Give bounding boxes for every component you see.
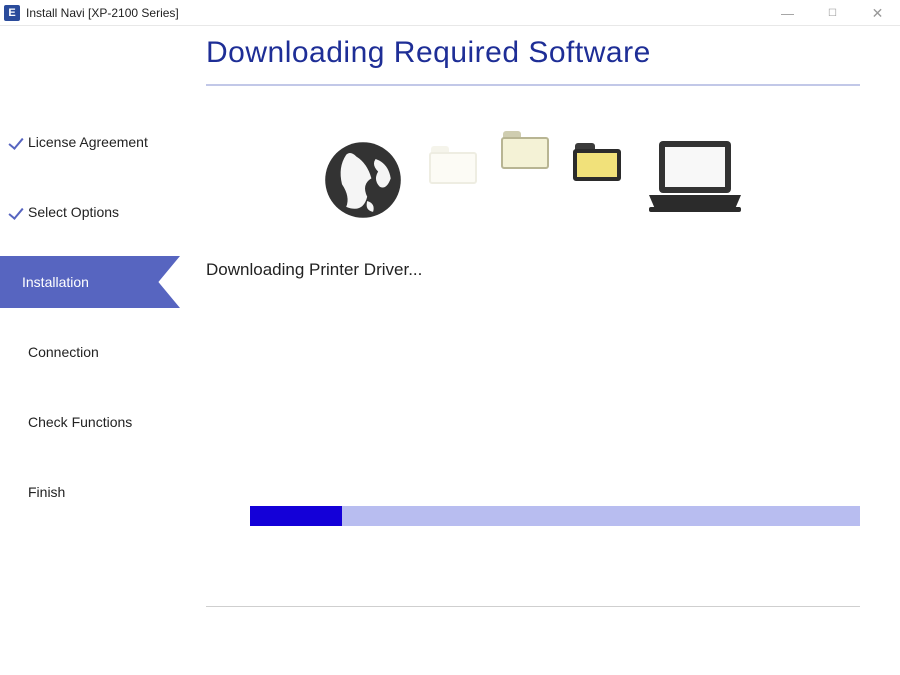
bottom-divider (206, 606, 860, 607)
folder-icon (573, 143, 621, 181)
content: License Agreement Select Options Install… (0, 26, 900, 675)
title-divider (206, 84, 860, 86)
sidebar-item-label: License Agreement (28, 134, 148, 150)
main-panel: Downloading Required Software Do (180, 26, 900, 675)
laptop-icon (645, 137, 745, 222)
sidebar-item-label: Finish (28, 484, 65, 500)
sidebar-item-installation: Installation (0, 256, 180, 308)
sidebar-item-options: Select Options (0, 186, 180, 238)
sidebar-item-finish: Finish (0, 466, 180, 518)
page-title: Downloading Required Software (206, 36, 860, 70)
sidebar-item-label: Installation (22, 274, 89, 290)
sidebar-item-label: Connection (28, 344, 99, 360)
sidebar: License Agreement Select Options Install… (0, 26, 180, 675)
app-icon: E (4, 5, 20, 21)
titlebar: E Install Navi [XP-2100 Series] — ☐ ✕ (0, 0, 900, 26)
progress-bar (250, 506, 860, 526)
illustration (206, 110, 860, 230)
close-button: ✕ (855, 0, 900, 26)
sidebar-item-label: Select Options (28, 204, 119, 220)
window-controls: — ☐ ✕ (765, 0, 900, 25)
globe-icon (321, 138, 405, 222)
progress-fill (250, 506, 342, 526)
minimize-button[interactable]: — (765, 0, 810, 26)
maximize-button: ☐ (810, 0, 855, 26)
folder-icon (501, 131, 549, 169)
sidebar-item-license: License Agreement (0, 116, 180, 168)
status-text: Downloading Printer Driver... (206, 260, 860, 280)
sidebar-item-label: Check Functions (28, 414, 132, 430)
folder-icon (429, 146, 477, 184)
sidebar-item-connection: Connection (0, 326, 180, 378)
sidebar-item-check-functions: Check Functions (0, 396, 180, 448)
window-title: Install Navi [XP-2100 Series] (26, 6, 765, 20)
